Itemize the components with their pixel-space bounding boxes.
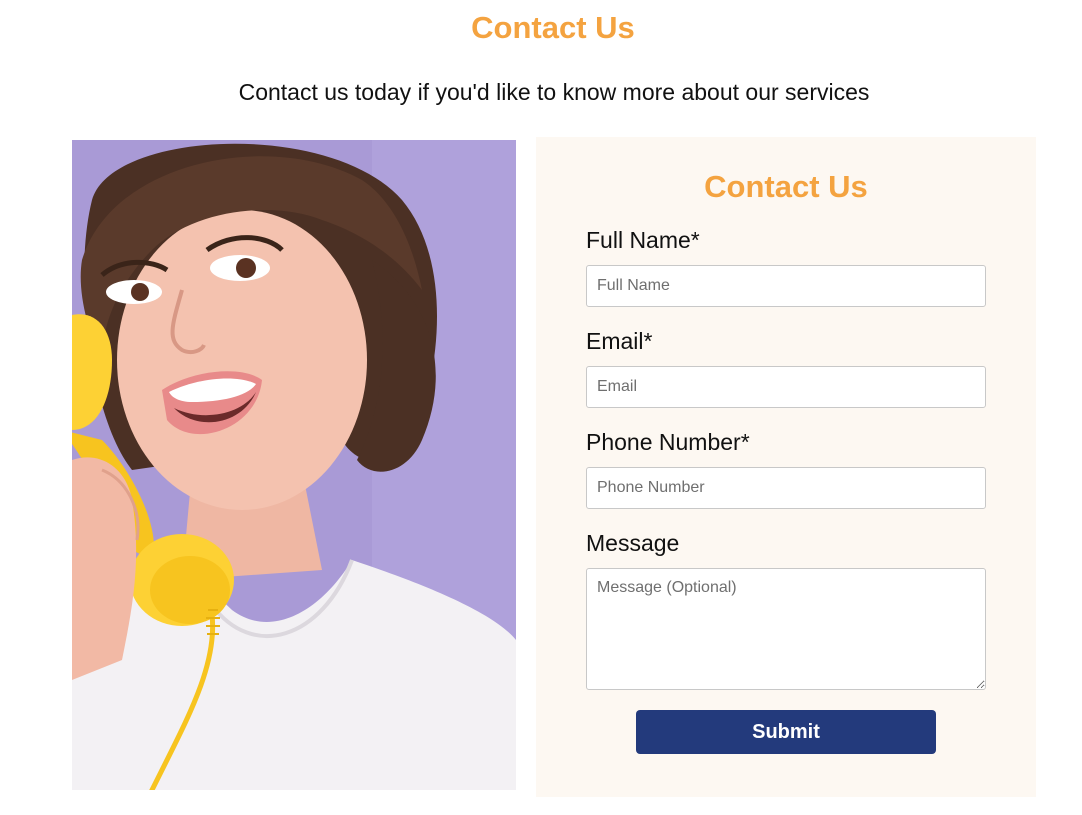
email-input[interactable]	[586, 366, 986, 408]
phone-number-input[interactable]	[586, 467, 986, 509]
message-textarea[interactable]	[586, 568, 986, 690]
woman-on-phone-illustration	[72, 140, 516, 790]
contact-form: Contact Us Full Name* Email* Phone Numbe…	[536, 137, 1036, 797]
phone-number-label: Phone Number*	[586, 429, 750, 455]
email-label: Email*	[586, 328, 653, 354]
page-subtitle: Contact us today if you'd like to know m…	[238, 79, 870, 105]
message-label: Message	[586, 530, 680, 556]
page-title: Contact Us	[471, 10, 635, 45]
full-name-input[interactable]	[586, 265, 986, 307]
contact-photo	[72, 140, 516, 790]
full-name-label: Full Name*	[586, 227, 700, 253]
submit-button[interactable]: Submit	[636, 710, 936, 754]
form-title: Contact Us	[704, 169, 868, 204]
contact-page: Contact Us Contact us today if you'd lik…	[0, 0, 1082, 815]
